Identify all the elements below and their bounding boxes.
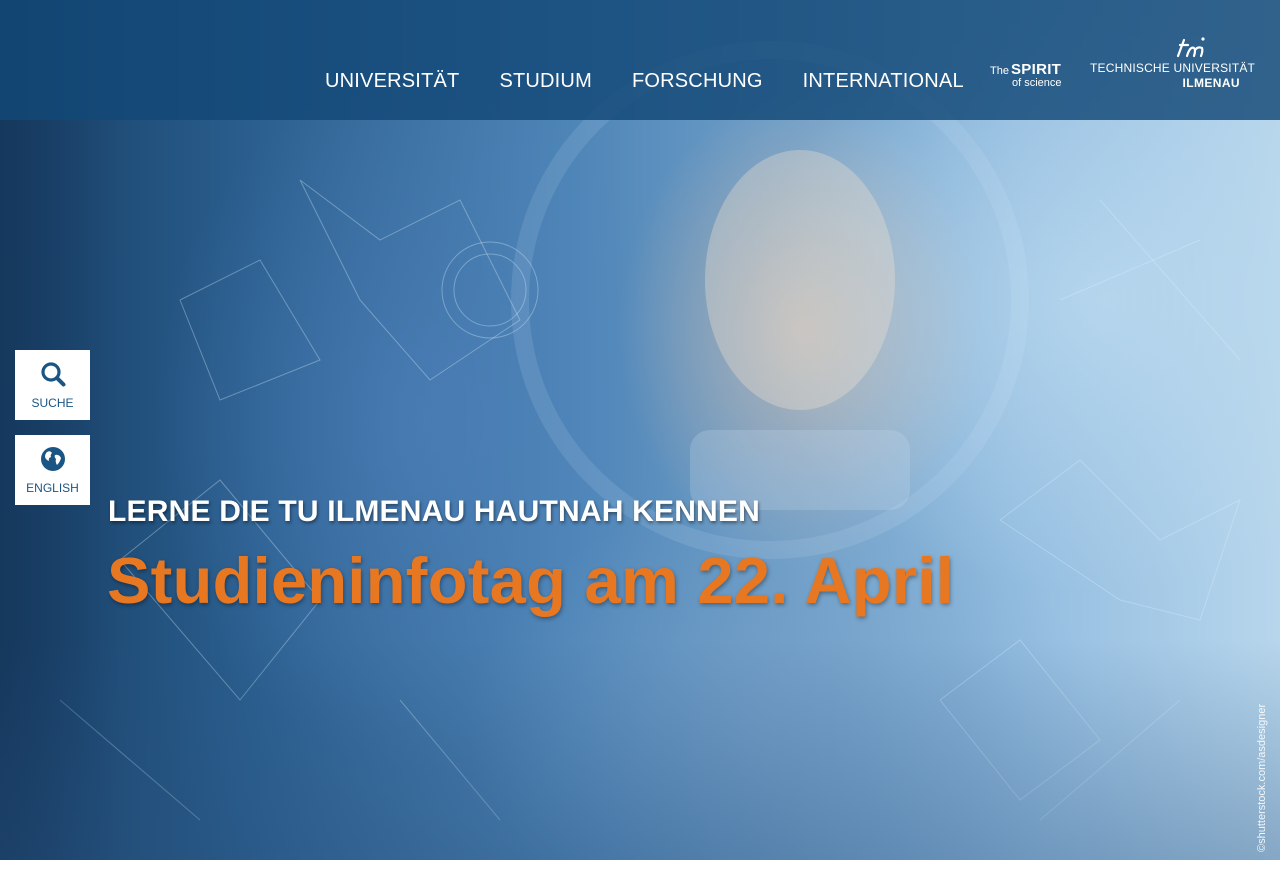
tu-monogram-icon (1176, 37, 1205, 58)
university-logo-line2: ILMENAU (1182, 76, 1240, 90)
nav-item-forschung[interactable]: FORSCHUNG (612, 68, 783, 94)
search-icon (41, 362, 66, 387)
image-credit: ©shutterstock.com/asdesigner (1256, 703, 1268, 852)
search-button[interactable]: SUCHE (15, 350, 90, 420)
spirit-logo-of-science: of science (1012, 77, 1062, 89)
spirit-logo-the: The (990, 65, 1009, 77)
main-navigation: UNIVERSITÄT STUDIUM FORSCHUNG INTERNATIO… (305, 68, 984, 94)
spirit-logo-spirit: SPIRIT (1011, 61, 1062, 78)
globe-icon (41, 447, 65, 471)
hero-headline[interactable]: Studieninfotag am 22. April (107, 543, 954, 618)
university-logo[interactable]: TECHNISCHE UNIVERSITÄT ILMENAU (1090, 36, 1255, 90)
spirit-of-science-logo[interactable]: The SPIRIT of science (990, 60, 1068, 90)
english-button[interactable]: ENGLISH (15, 435, 90, 505)
search-button-label: SUCHE (31, 396, 74, 410)
hero-kicker: LERNE DIE TU ILMENAU HAUTNAH KENNEN (108, 495, 760, 528)
nav-item-studium[interactable]: STUDIUM (479, 68, 612, 94)
hero-image (0, 0, 1280, 860)
nav-item-universitaet[interactable]: UNIVERSITÄT (305, 68, 479, 94)
site-header: UNIVERSITÄT STUDIUM FORSCHUNG INTERNATIO… (0, 0, 1280, 120)
nav-item-international[interactable]: INTERNATIONAL (783, 68, 984, 94)
university-logo-line1: TECHNISCHE UNIVERSITÄT (1090, 61, 1256, 75)
english-button-label: ENGLISH (26, 481, 79, 495)
